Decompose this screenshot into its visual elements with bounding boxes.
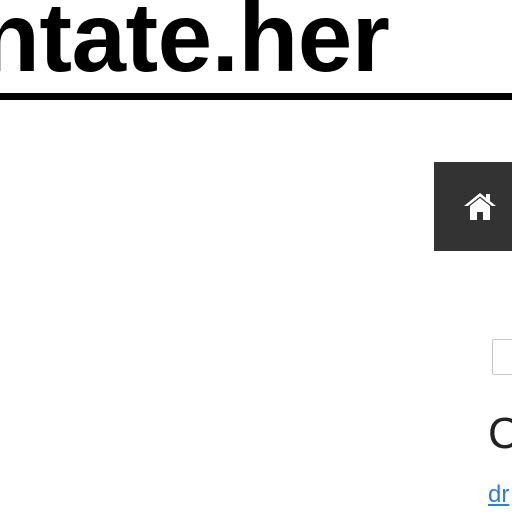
nav-bar (434, 162, 512, 251)
title-underline (0, 93, 512, 100)
page: ntate.her C dr (0, 0, 512, 512)
home-button[interactable] (462, 190, 498, 222)
section-link[interactable]: dr (488, 480, 509, 510)
home-icon (464, 193, 496, 220)
search-input[interactable] (492, 339, 512, 375)
section-heading: C (488, 409, 512, 458)
site-title[interactable]: ntate.her (0, 0, 390, 96)
